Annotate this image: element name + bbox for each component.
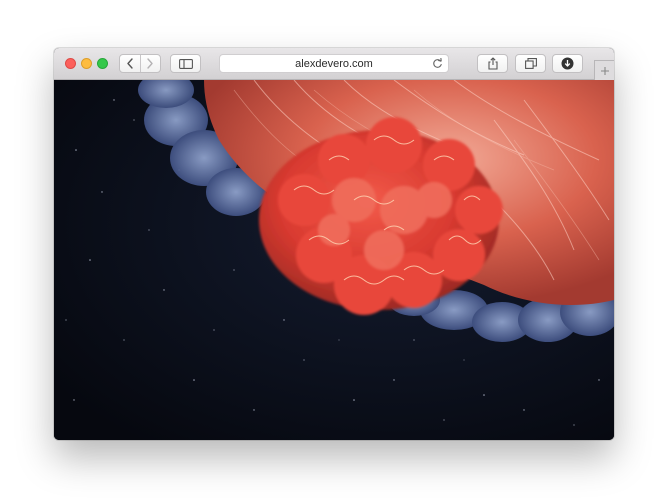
share-button[interactable]: [477, 54, 508, 73]
download-icon: [561, 57, 574, 70]
tabs-overview-button[interactable]: [515, 54, 546, 73]
back-button[interactable]: [120, 55, 140, 72]
tabs-icon: [524, 58, 537, 69]
sidebar-icon: [178, 58, 193, 69]
new-tab-button[interactable]: [594, 60, 614, 80]
maximize-window-button[interactable]: [97, 58, 108, 69]
navigation-buttons: [119, 54, 161, 73]
share-icon: [487, 57, 498, 70]
web-page-content: [54, 80, 614, 440]
address-bar[interactable]: alexdevero.com: [219, 54, 449, 73]
chevron-right-icon: [147, 58, 153, 69]
browser-window: alexdevero.com: [54, 48, 614, 440]
reload-icon[interactable]: [432, 58, 443, 69]
sidebar-toggle-button[interactable]: [170, 54, 201, 73]
forward-button[interactable]: [139, 55, 161, 72]
downloads-button[interactable]: [552, 54, 583, 73]
jellyfish-photo: [54, 80, 614, 440]
browser-toolbar: alexdevero.com: [54, 48, 614, 80]
close-window-button[interactable]: [65, 58, 76, 69]
plus-icon: [600, 66, 609, 75]
minimize-window-button[interactable]: [81, 58, 92, 69]
chevron-left-icon: [127, 58, 133, 69]
url-text: alexdevero.com: [295, 58, 373, 70]
